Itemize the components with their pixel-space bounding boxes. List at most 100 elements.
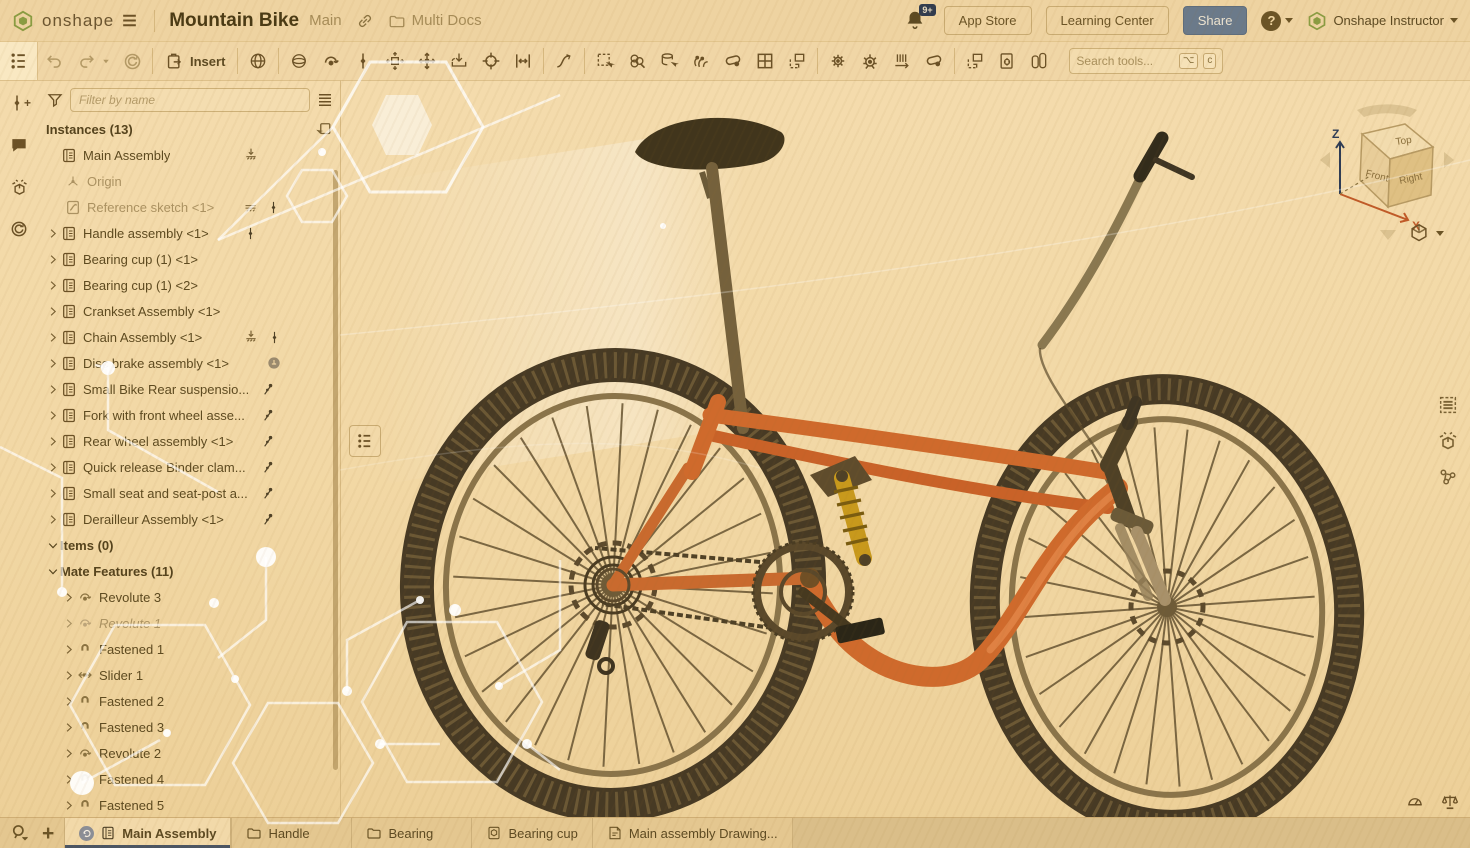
transform-icon[interactable] (443, 46, 475, 76)
frame-icon[interactable] (959, 46, 991, 76)
performance-gauge-icon[interactable] (1404, 792, 1426, 810)
bike-3d-model[interactable] (340, 80, 1470, 818)
floating-structure-toggle[interactable] (349, 425, 381, 457)
group-icon[interactable] (379, 46, 411, 76)
mate-row[interactable]: Slider 1 (38, 662, 340, 688)
fastened-mate-icon[interactable] (242, 46, 274, 76)
tree-row[interactable]: Chain Assembly <1> (38, 324, 340, 350)
history-panel-icon[interactable] (5, 216, 33, 242)
chevron-right-icon[interactable] (62, 799, 76, 812)
workspace-name[interactable]: Main (309, 12, 342, 29)
tree-row[interactable]: Small seat and seat-post a... (38, 480, 340, 506)
planetary-gear-icon[interactable] (854, 46, 886, 76)
chevron-right-icon[interactable] (62, 591, 76, 604)
filter-funnel-icon[interactable] (46, 91, 64, 109)
comments-icon[interactable] (5, 132, 33, 158)
hamburger-menu-icon[interactable] (114, 6, 144, 36)
chevron-right-icon[interactable] (46, 227, 60, 240)
tab-main-assembly[interactable]: Main Assembly (64, 818, 231, 848)
tree-row[interactable]: Fork with front wheel asse... (38, 402, 340, 428)
tree-row[interactable]: Bearing cup (1) <1> (38, 246, 340, 272)
notifications-button[interactable]: 9+ (904, 8, 930, 34)
tab-bearing-cup[interactable]: Bearing cup (471, 818, 591, 848)
mate-row[interactable]: Fastened 4 (38, 766, 340, 792)
chevron-right-icon[interactable] (62, 617, 76, 630)
tree-row[interactable]: Main Assembly (38, 142, 340, 168)
tree-row[interactable]: Crankset Assembly <1> (38, 298, 340, 324)
chevron-right-icon[interactable] (62, 643, 76, 656)
rack-relation-icon[interactable] (886, 46, 918, 76)
drag-parts-icon[interactable] (717, 46, 749, 76)
chevron-right-icon[interactable] (62, 721, 76, 734)
tab-main-assembly-drawing[interactable]: Main assembly Drawing... (592, 818, 792, 848)
chevron-right-icon[interactable] (46, 487, 60, 500)
viewcube-top-label[interactable]: Top (1395, 135, 1413, 148)
configurations-toolbar-icon[interactable] (1023, 46, 1055, 76)
document-link[interactable] (356, 12, 374, 30)
chevron-right-icon[interactable] (62, 747, 76, 760)
belt-relation-icon[interactable] (918, 46, 950, 76)
tab-bearing[interactable]: Bearing (351, 818, 471, 848)
tree-row[interactable]: Reference sketch <1> (38, 194, 340, 220)
undo-button[interactable] (38, 46, 70, 76)
derived-parts-icon[interactable] (653, 46, 685, 76)
onshape-brand[interactable]: onshape (12, 10, 114, 32)
revolute-mate-icon[interactable] (315, 46, 347, 76)
items-section-header[interactable]: Items (0) (38, 532, 340, 558)
move-icon[interactable] (475, 46, 507, 76)
chevron-right-icon[interactable] (46, 331, 60, 344)
chevron-right-icon[interactable] (46, 461, 60, 474)
add-tab-button[interactable]: + (40, 823, 56, 844)
mate-row[interactable]: Fastened 3 (38, 714, 340, 740)
chevron-right-icon[interactable] (62, 773, 76, 786)
chevron-down-icon[interactable] (46, 539, 60, 552)
mate-row[interactable]: Fastened 2 (38, 688, 340, 714)
chevron-right-icon[interactable] (46, 253, 60, 266)
add-mate-connector-icon[interactable]: + (5, 90, 33, 116)
linear-pattern-icon[interactable] (411, 46, 443, 76)
configurations-icon[interactable] (1434, 464, 1462, 490)
chevron-right-icon[interactable] (62, 695, 76, 708)
chevron-right-icon[interactable] (62, 669, 76, 682)
chevron-right-icon[interactable] (46, 513, 60, 526)
tree-row[interactable]: Quick release Binder clam... (38, 454, 340, 480)
section-view-icon[interactable] (781, 46, 813, 76)
mate-row[interactable]: Fastened 1 (38, 636, 340, 662)
tab-handle[interactable]: Handle (231, 818, 351, 848)
mate-connector-icon[interactable] (347, 46, 379, 76)
chevron-right-icon[interactable] (46, 435, 60, 448)
structure-tree-toggle[interactable] (0, 42, 38, 80)
mate-row[interactable]: Revolute 3 (38, 584, 340, 610)
chevron-right-icon[interactable] (46, 357, 60, 370)
sync-icon[interactable] (116, 46, 148, 76)
mate-row[interactable]: Fastened 5 (38, 792, 340, 818)
tree-row[interactable]: Disc brake assembly <1> (38, 350, 340, 376)
tree-scrollbar[interactable] (333, 170, 338, 770)
replicate-icon[interactable] (621, 46, 653, 76)
parts-panel-icon[interactable] (5, 174, 33, 200)
sheet-metal-icon[interactable] (991, 46, 1023, 76)
help-menu[interactable]: ? (1261, 11, 1293, 31)
tree-row[interactable]: Small Bike Rear suspensio... (38, 376, 340, 402)
view-options-button[interactable] (1408, 222, 1444, 244)
tree-row[interactable]: Derailleur Assembly <1> (38, 506, 340, 532)
chevron-right-icon[interactable] (46, 383, 60, 396)
in-context-icon[interactable] (685, 46, 717, 76)
ball-mate-icon[interactable] (283, 46, 315, 76)
filter-input[interactable] (70, 88, 310, 112)
tab-manager-icon[interactable] (8, 823, 32, 843)
tree-row[interactable]: Origin (38, 168, 340, 194)
chevron-right-icon[interactable] (46, 305, 60, 318)
display-table-icon[interactable] (749, 46, 781, 76)
mate-row[interactable]: Revolute 2 (38, 740, 340, 766)
limits-icon[interactable] (507, 46, 539, 76)
mate-row[interactable]: Revolute 1 (38, 610, 340, 636)
path-relation-icon[interactable] (548, 46, 580, 76)
multi-docs-link[interactable]: Multi Docs (388, 12, 482, 30)
insert-button[interactable]: Insert (157, 52, 233, 71)
learning-center-button[interactable]: Learning Center (1046, 6, 1169, 35)
gear-relation-icon[interactable] (822, 46, 854, 76)
tree-row[interactable]: Rear wheel assembly <1> (38, 428, 340, 454)
tree-row[interactable]: Bearing cup (1) <2> (38, 272, 340, 298)
insert-to-tree-icon[interactable] (314, 120, 332, 138)
